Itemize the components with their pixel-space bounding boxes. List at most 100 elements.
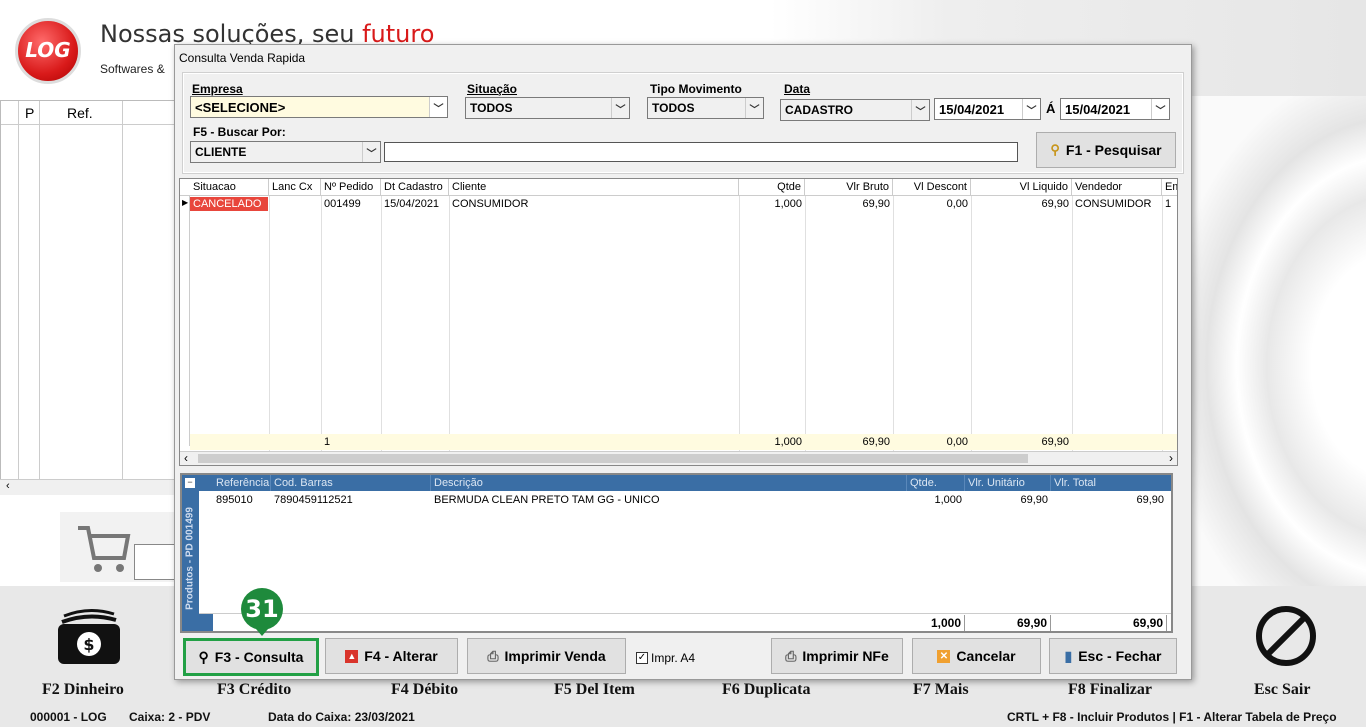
money-icon: $ <box>56 608 122 666</box>
cell-cliente: CONSUMIDOR <box>452 198 529 210</box>
chevron-down-icon: ﹀ <box>362 142 380 162</box>
col-cliente: Cliente <box>449 179 739 195</box>
dialog-title: Consulta Venda Rapida <box>179 51 306 65</box>
tipo-movimento-label: Tipo Movimento <box>650 82 742 96</box>
exit-door-icon: ▮ <box>1064 647 1073 664</box>
item-qtde: 1,000 <box>934 494 962 506</box>
items-total-unitario: 69,90 <box>965 615 1051 631</box>
item-cod-barras: 7890459112521 <box>274 494 353 506</box>
cancelar-button[interactable]: ✕ Cancelar <box>912 638 1041 674</box>
impr-a4-checkbox[interactable]: ✓ Impr. A4 <box>636 651 695 665</box>
data-label: Data <box>784 82 811 96</box>
sales-grid-header: Situacao Lanc Cx Nº Pedido Dt Cadastro C… <box>180 179 1177 196</box>
empresa-select[interactable]: <SELECIONE> ﹀ <box>190 96 448 118</box>
total-pedidos: 1 <box>324 436 331 448</box>
items-totals-row: 1,000 69,90 69,90 <box>199 613 1171 631</box>
col-vlr-bruto: Vlr Bruto <box>805 179 893 195</box>
cell-em: 1 <box>1165 198 1172 210</box>
chevron-down-icon: ﹀ <box>611 98 629 118</box>
key-f7-mais[interactable]: F7 Mais <box>913 681 969 699</box>
fechar-button[interactable]: ▮ Esc - Fechar <box>1049 638 1177 674</box>
table-row[interactable]: 895010 7890459112521 BERMUDA CLEAN PRETO… <box>199 493 1171 507</box>
impr-a4-label: Impr. A4 <box>651 651 696 665</box>
situacao-label: Situação <box>467 82 518 96</box>
left-scrollbar[interactable]: ‹ <box>0 479 175 495</box>
col-vl-liquido: Vl Liquido <box>971 179 1072 195</box>
annotation-badge: 31 <box>241 588 283 630</box>
cell-vlr-bruto: 69,90 <box>862 198 890 210</box>
cell-pedido: 001499 <box>324 198 361 210</box>
col-cod-barras: Cod. Barras <box>271 475 431 491</box>
printer-icon: ⎙ <box>785 647 797 664</box>
consulta-button[interactable]: ⚲ F3 - Consulta <box>183 638 319 676</box>
tipo-movimento-select[interactable]: TODOS ﹀ <box>647 97 764 119</box>
key-f3-credito[interactable]: F3 Crédito <box>217 681 291 699</box>
item-vlr-unitario: 69,90 <box>1020 494 1048 506</box>
key-f5-del-item[interactable]: F5 Del Item <box>554 681 635 699</box>
date-to-picker[interactable]: 15/04/2021 ﹀ <box>1060 98 1170 120</box>
close-icon: ✕ <box>937 649 951 663</box>
total-vl-liquido: 69,90 <box>1041 436 1069 448</box>
cell-vl-liquido: 69,90 <box>1041 198 1069 210</box>
item-descricao: BERMUDA CLEAN PRETO TAM GG - UNICO <box>434 494 660 506</box>
printer-icon: ⎙ <box>487 647 499 664</box>
items-total-qtde: 1,000 <box>907 615 965 631</box>
cell-situacao: CANCELADO <box>190 197 268 211</box>
cell-vendedor: CONSUMIDOR <box>1075 198 1152 210</box>
items-grid[interactable]: − Produtos - PD 001499 Referência Cod. B… <box>180 473 1173 633</box>
items-grid-background[interactable]: P Ref. <box>0 100 175 495</box>
col-ref: Ref. <box>67 105 93 121</box>
col-dt-cadastro: Dt Cadastro <box>381 179 449 195</box>
key-f8-finalizar[interactable]: F8 Finalizar <box>1068 681 1152 699</box>
data-type-select[interactable]: CADASTRO ﹀ <box>780 99 930 121</box>
table-row[interactable]: CANCELADO 001499 15/04/2021 CONSUMIDOR 1… <box>190 197 1177 211</box>
chevron-down-icon: ﹀ <box>429 97 447 117</box>
alterar-button[interactable]: ▲ F4 - Alterar <box>325 638 458 674</box>
date-from-picker[interactable]: 15/04/2021 ﹀ <box>934 98 1041 120</box>
key-f2-dinheiro[interactable]: F2 Dinheiro <box>42 681 124 699</box>
col-em: Em <box>1165 181 1177 193</box>
sales-grid[interactable]: Situacao Lanc Cx Nº Pedido Dt Cadastro C… <box>179 178 1178 466</box>
search-input[interactable] <box>384 142 1018 162</box>
magnifier-icon: ⚲ <box>198 648 209 665</box>
checkbox-checked-icon: ✓ <box>636 652 648 664</box>
pesquisar-button[interactable]: ⚲ F1 - Pesquisar <box>1036 132 1176 168</box>
items-side-panel: − Produtos - PD 001499 <box>182 475 199 631</box>
slogan-sub: Softwares & <box>100 62 165 76</box>
items-side-label: Produtos - PD 001499 <box>184 507 196 610</box>
col-qtde: Qtde <box>739 179 805 195</box>
total-qtde: 1,000 <box>774 436 802 448</box>
col-vlr-total: Vlr. Total <box>1054 477 1096 489</box>
buscar-por-select[interactable]: CLIENTE ﹀ <box>190 141 381 163</box>
key-f6-duplicata[interactable]: F6 Duplicata <box>722 681 810 699</box>
total-vl-descont: 0,00 <box>946 436 968 448</box>
imprimir-venda-button[interactable]: ⎙ Imprimir Venda <box>467 638 626 674</box>
col-p: P <box>25 105 35 121</box>
col-lanc-cx: Lanc Cx <box>269 179 321 195</box>
col-vendedor: Vendedor <box>1072 179 1162 195</box>
date-separator: Á <box>1046 101 1056 116</box>
background-decoration <box>1190 96 1366 586</box>
sales-horizontal-scrollbar[interactable]: ‹ › <box>180 451 1177 465</box>
binoculars-icon: ⚲ <box>1050 142 1060 157</box>
col-situacao: Situacao <box>190 179 269 195</box>
empresa-label: Empresa <box>192 82 243 96</box>
situacao-select[interactable]: TODOS ﹀ <box>465 97 630 119</box>
logo-text: LOG <box>25 38 71 62</box>
buscar-por-label: F5 - Buscar Por: <box>193 125 286 139</box>
cell-lanc-cx <box>269 197 321 211</box>
status-data-caixa: Data do Caixa: 23/03/2021 <box>268 710 415 724</box>
col-vl-descont: Vl Descont <box>893 179 971 195</box>
grid-header: P Ref. <box>1 101 174 125</box>
svg-text:$: $ <box>83 635 94 654</box>
imprimir-nfe-button[interactable]: ⎙ Imprimir NFe <box>771 638 903 674</box>
chevron-down-icon: ﹀ <box>1022 99 1040 119</box>
items-total-vlr: 69,90 <box>1051 615 1167 631</box>
col-vlr-unitario: Vlr. Unitário <box>965 475 1051 491</box>
status-terminal: 000001 - LOG <box>30 710 107 724</box>
items-header: Referência Cod. Barras Descrição Qtde. V… <box>199 475 1171 491</box>
key-esc-sair[interactable]: Esc Sair <box>1254 681 1310 699</box>
status-hint: CRTL + F8 - Incluir Produtos | F1 - Alte… <box>1007 710 1337 724</box>
key-f4-debito[interactable]: F4 Débito <box>391 681 458 699</box>
cancel-icon <box>1254 604 1318 668</box>
